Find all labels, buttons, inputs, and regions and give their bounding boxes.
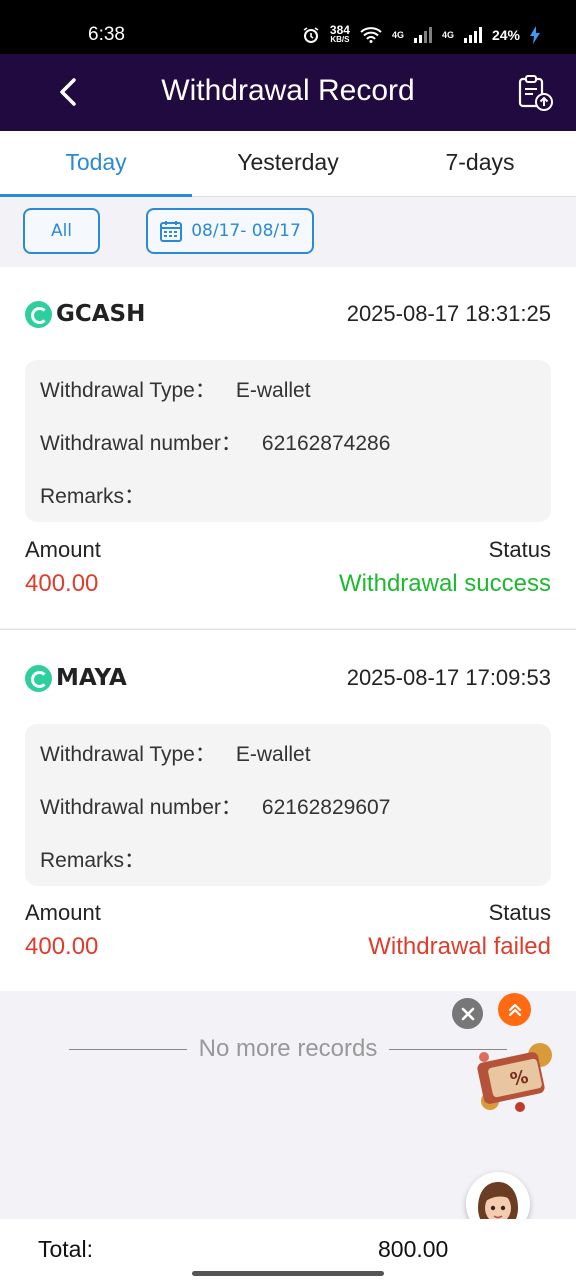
alarm-icon — [303, 27, 319, 43]
battery-level: 24% — [491, 27, 520, 43]
number-label: Withdrawal number： — [40, 796, 242, 819]
record-header: MAYA 2025-08-17 17:09:53 — [25, 663, 551, 693]
filter-all-label: All — [50, 221, 73, 241]
amount-value: 400.00 — [25, 933, 99, 960]
close-promo-button[interactable] — [452, 998, 483, 1029]
charging-icon — [530, 26, 540, 44]
status-value: Withdrawal success — [338, 570, 551, 597]
wifi-icon — [360, 27, 382, 43]
scroll-top-button[interactable] — [498, 993, 531, 1026]
record-channel: GCASH — [25, 300, 146, 328]
tab-yesterday[interactable]: Yesterday — [192, 131, 384, 196]
date-range-button[interactable]: 08/17- 08/17 — [146, 208, 314, 254]
record-datetime: 2025-08-17 18:31:25 — [346, 301, 551, 326]
home-indicator[interactable] — [192, 1271, 384, 1276]
type-label: Withdrawal Type： — [40, 743, 216, 766]
status-label: Status — [488, 900, 551, 925]
type-label: Withdrawal Type： — [40, 379, 216, 402]
remarks-label: Remarks： — [40, 485, 146, 508]
promo-gift-icon[interactable]: % — [470, 1035, 558, 1115]
no-more-text: No more records — [198, 1035, 378, 1062]
signal-icon — [413, 27, 432, 43]
record-card[interactable]: GCASH 2025-08-17 18:31:25 Withdrawal Typ… — [0, 267, 576, 628]
double-chevron-up-icon — [508, 1003, 521, 1016]
ewallet-logo-icon — [25, 664, 52, 692]
record-details: Withdrawal Type： E-wallet Withdrawal numb… — [25, 360, 551, 522]
total-label: Total: — [38, 1236, 93, 1262]
status-label: Status — [488, 537, 551, 562]
status-bar: 6:38 384 KB/S 4G 4G 24% — [0, 0, 576, 54]
tab-today[interactable]: Today — [0, 131, 192, 197]
filter-all-button[interactable]: All — [23, 208, 100, 254]
record-details: Withdrawal Type： E-wallet Withdrawal numb… — [25, 724, 551, 886]
status-time: 6:38 — [88, 24, 125, 45]
tab-7-days[interactable]: 7-days — [384, 131, 576, 196]
record-datetime: 2025-08-17 17:09:53 — [346, 665, 551, 690]
number-label: Withdrawal number： — [40, 432, 242, 455]
date-tabs: Today Yesterday 7-days — [0, 131, 576, 197]
channel-name: GCASH — [56, 301, 146, 327]
record-card[interactable]: MAYA 2025-08-17 17:09:53 Withdrawal Type… — [0, 629, 576, 991]
ewallet-logo-icon — [25, 300, 52, 328]
net-speed: 384 KB/S — [329, 23, 350, 44]
divider-line — [68, 1048, 187, 1050]
page-title: Withdrawal Record — [161, 74, 415, 107]
amount-label: Amount — [25, 537, 101, 562]
remarks-label: Remarks： — [40, 849, 146, 872]
status-icons: 384 KB/S 4G 4G 24% — [302, 23, 540, 45]
channel-name: MAYA — [56, 665, 127, 691]
clipboard-upload-icon[interactable] — [516, 74, 554, 112]
close-icon — [461, 1007, 474, 1020]
amount-value: 400.00 — [25, 570, 99, 597]
record-header: GCASH 2025-08-17 18:31:25 — [25, 299, 551, 329]
number-value: 62162829607 — [261, 796, 391, 819]
signal-icon-2 — [463, 27, 482, 43]
net-type-1: 4G — [391, 30, 404, 40]
net-type-2: 4G — [441, 30, 454, 40]
record-channel: MAYA — [25, 664, 127, 692]
amount-label: Amount — [25, 900, 101, 925]
filter-bar: All 08/17- 08/17 — [0, 197, 576, 267]
type-value: E-wallet — [235, 743, 311, 766]
status-value: Withdrawal failed — [368, 933, 551, 960]
date-range-label: 08/17- 08/17 — [191, 221, 301, 241]
type-value: E-wallet — [235, 379, 311, 402]
number-value: 62162874286 — [261, 432, 391, 455]
app-header: Withdrawal Record — [0, 54, 576, 131]
total-value: 800.00 — [378, 1236, 449, 1262]
calendar-icon — [160, 221, 183, 242]
